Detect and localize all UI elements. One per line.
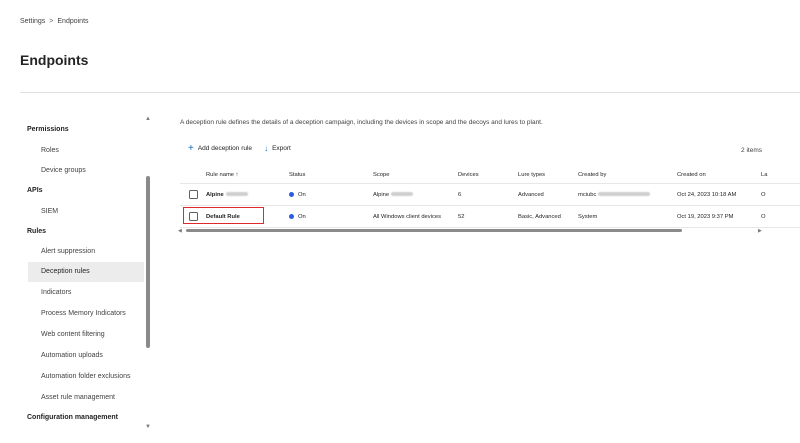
devices-cell: 6 [458,191,462,198]
last-cell: O [761,213,766,220]
sidebar-section-rules: Rules [27,228,47,235]
table-header-row: Rule name ↑ Status Scope Devices Lure ty… [180,166,800,184]
rule-name-cell[interactable]: Alpine [206,192,248,198]
column-header-scope[interactable]: Scope [373,172,389,178]
breadcrumb: Settings > Endpoints [20,18,89,25]
column-header-devices[interactable]: Devices [458,172,479,178]
sidebar-item-deception-rules[interactable]: Deception rules [41,268,90,275]
created-by-cell: mciubc [578,191,651,198]
sidebar-item-siem[interactable]: SIEM [41,208,58,215]
breadcrumb-separator: > [49,18,54,25]
sidebar-item-alert-suppression[interactable]: Alert suppression [41,248,95,255]
column-header-created-on[interactable]: Created on [677,172,706,178]
lure-types-cell: Basic, Advanced [518,213,561,220]
sidebar-scrollbar-thumb[interactable] [146,176,150,348]
row-checkbox[interactable] [189,190,198,199]
sidebar-item-web-content-filtering[interactable]: Web content filtering [41,331,105,338]
table-scroll-left-icon[interactable]: ◀ [178,228,182,234]
sidebar-item-automation-uploads[interactable]: Automation uploads [41,352,103,359]
sidebar-section-permissions: Permissions [27,126,69,133]
sort-ascending-icon: ↑ [235,171,239,178]
scope-cell: All Windows client devices [373,213,441,220]
sidebar-scroll-up-icon[interactable]: ▲ [145,116,151,122]
add-deception-rule-label: Add deception rule [197,145,253,152]
created-on-cell: Oct 19, 2023 9:37 PM [677,213,734,220]
breadcrumb-settings-link[interactable]: Settings [20,18,45,25]
sidebar-item-roles[interactable]: Roles [41,147,59,154]
table-row[interactable]: Default Rule On All Windows client devic… [180,206,800,228]
toolbar: + Add deception rule ↓ Export [188,143,303,154]
breadcrumb-current: Endpoints [57,18,89,25]
table-row[interactable]: Alpine On Alpine 6 Advanced mciubc Oct 2… [180,184,800,206]
table-scroll-right-icon[interactable]: ▶ [758,228,762,234]
add-deception-rule-button[interactable]: + Add deception rule [188,143,253,154]
lure-types-cell: Advanced [518,191,544,198]
status-on-dot-icon [289,191,294,197]
sidebar-section-configuration-management: Configuration management [27,414,119,421]
plus-icon: + [188,143,194,154]
default-rule-highlight-box [183,207,264,224]
status-on-dot-icon [289,213,294,219]
created-by-cell: System [578,213,598,220]
export-button[interactable]: ↓ Export [264,144,291,153]
redacted-text [391,191,414,196]
sidebar-item-asset-rule-management[interactable]: Asset rule management [41,394,115,401]
column-header-status[interactable]: Status [289,172,305,178]
scope-cell: Alpine [373,191,414,198]
sidebar-scroll-down-icon[interactable]: ▼ [145,424,151,430]
last-cell: O [761,191,766,198]
download-icon: ↓ [264,144,269,153]
sidebar-item-device-groups[interactable]: Device groups [41,167,86,174]
devices-cell: 52 [458,213,465,220]
column-header-created-by[interactable]: Created by [578,172,606,178]
page-title: Endpoints [20,52,89,68]
deception-description: A deception rule defines the details of … [180,119,543,126]
item-count: 2 items [741,147,762,154]
table-horizontal-scrollbar-thumb[interactable] [186,229,682,232]
status-cell: On [289,213,306,220]
export-label: Export [272,145,291,152]
redacted-text [225,191,248,196]
status-cell: On [289,191,306,198]
created-on-cell: Oct 24, 2023 10:18 AM [677,191,737,198]
redacted-text [598,191,651,196]
column-header-last[interactable]: La [761,172,767,178]
sidebar-item-automation-folder-exclusions[interactable]: Automation folder exclusions [41,373,131,380]
header-divider [20,92,800,93]
sidebar-section-apis: APIs [27,187,43,194]
sidebar-item-indicators[interactable]: Indicators [41,289,71,296]
column-header-rule-name[interactable]: Rule name ↑ [206,172,239,178]
column-header-lure-types[interactable]: Lure types [518,172,545,178]
sidebar-item-process-memory-indicators[interactable]: Process Memory Indicators [41,310,126,317]
